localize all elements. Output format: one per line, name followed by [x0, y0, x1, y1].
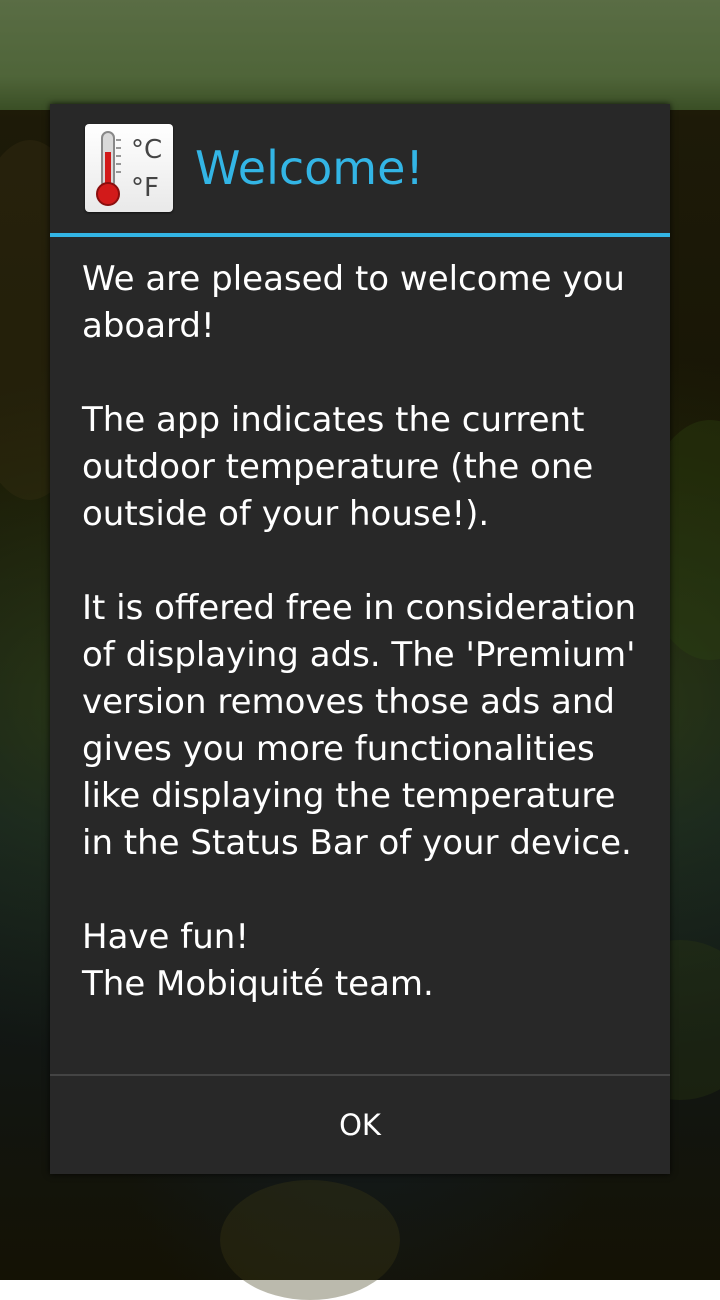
celsius-label: °C: [131, 135, 162, 165]
ok-button[interactable]: OK: [50, 1076, 670, 1174]
dialog-header: °C °F Welcome!: [50, 104, 670, 234]
fahrenheit-label: °F: [131, 173, 159, 203]
thermometer-icon: °C °F: [85, 124, 173, 212]
welcome-dialog: °C °F Welcome! We are pleased to welcome…: [50, 104, 670, 1174]
dialog-message: We are pleased to welcome you aboard! Th…: [82, 259, 637, 1004]
title-divider: [50, 233, 670, 237]
ok-button-label: OK: [339, 1108, 381, 1142]
background-dim-overlay: [0, 0, 720, 110]
background-decoration: [220, 1180, 400, 1300]
thermometer-icon-graphic: °C °F: [96, 131, 162, 206]
dialog-title: Welcome!: [195, 141, 424, 195]
